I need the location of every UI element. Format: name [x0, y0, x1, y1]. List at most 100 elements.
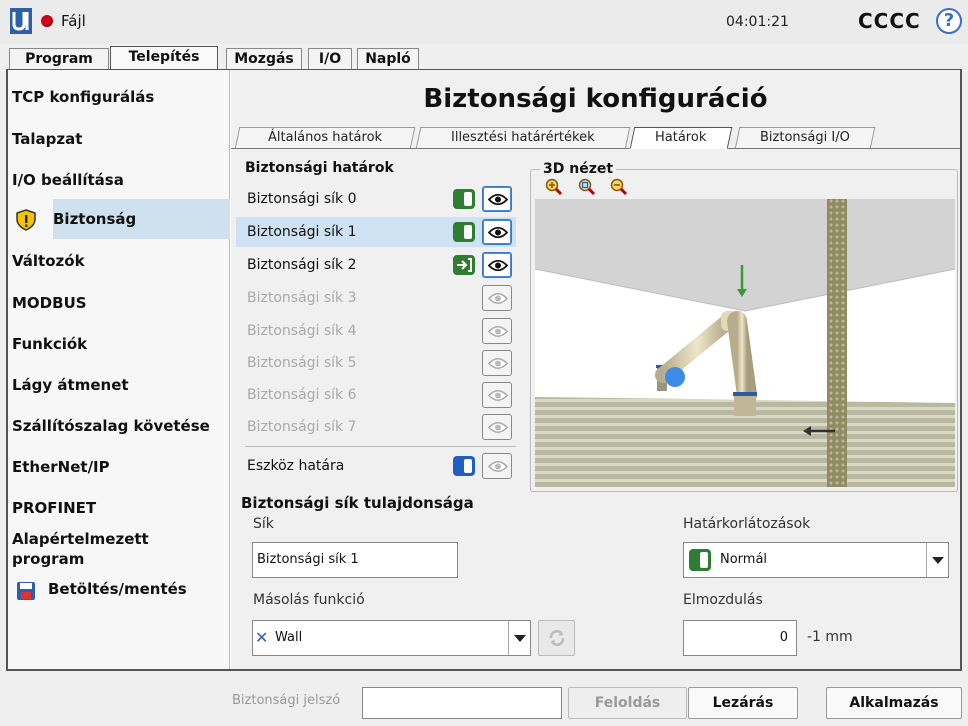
toggle-enabled-icon[interactable] [453, 189, 475, 209]
page-title: Biztonsági konfiguráció [423, 84, 768, 114]
eye-icon[interactable] [482, 186, 512, 212]
lock-button[interactable]: Lezárás [688, 687, 798, 719]
save-disk-icon [17, 582, 35, 600]
clock: 04:01:21 [726, 14, 789, 30]
displacement-unit: -1 mm [807, 629, 853, 645]
subtab-label: Általános határok [267, 130, 383, 145]
sidebar-item-features[interactable]: Funkciók [8, 335, 230, 353]
boundaries-header: Biztonsági határok [245, 160, 394, 176]
view3d-title: 3D nézet [540, 161, 617, 177]
eye-icon[interactable] [482, 453, 512, 479]
unlock-button[interactable]: Feloldás [568, 687, 687, 719]
sidebar-item-modbus[interactable]: MODBUS [8, 294, 230, 312]
copy-function-label: Másolás funkció [253, 592, 365, 608]
refresh-button[interactable] [538, 620, 575, 656]
plane-label: Biztonsági sík 4 [247, 323, 357, 339]
sidebar-item-tcp[interactable]: TCP konfigurálás [8, 88, 230, 106]
restriction-select[interactable]: Normál [683, 542, 949, 578]
displacement-label: Elmozdulás [683, 592, 763, 608]
sidebar-item-variables[interactable]: Változók [8, 252, 230, 270]
plane-label: Biztonsági sík 6 [247, 387, 357, 403]
tab-program[interactable]: Program [9, 48, 109, 70]
password-field[interactable] [362, 687, 562, 719]
sidebar-item-conveyor[interactable]: Szállítószalag követése [8, 417, 230, 435]
tab-joint-limits[interactable]: Illesztési határértékek [415, 127, 631, 149]
tab-boundaries[interactable]: Határok [629, 127, 733, 149]
eye-icon[interactable] [482, 414, 512, 440]
list-item[interactable]: Biztonsági sík 3 [236, 283, 516, 313]
properties-header: Biztonsági sík tulajdonsága [241, 494, 474, 512]
sidebar-item-safety[interactable]: Biztonság [53, 199, 230, 239]
dropdown-arrow-icon[interactable] [926, 543, 948, 577]
sidebar-item-profinet[interactable]: PROFINET [8, 499, 230, 517]
subtab-label: Biztonsági I/O [760, 130, 850, 145]
toggle-enabled-icon[interactable] [453, 222, 475, 242]
sidebar-item-io-setup[interactable]: I/O beállítása [8, 171, 230, 189]
tab-io[interactable]: I/O [308, 48, 352, 70]
ur-logo-icon [10, 8, 32, 34]
zoom-out-icon[interactable] [610, 178, 628, 196]
divider [245, 446, 516, 447]
copy-function-select[interactable]: Wall [252, 620, 531, 656]
eye-icon[interactable] [482, 219, 512, 245]
plane-name-label: Sík [253, 516, 274, 532]
list-item[interactable]: Biztonsági sík 0 [236, 184, 516, 214]
normal-mode-icon [689, 549, 711, 571]
plane-label: Biztonsági sík 1 [247, 224, 357, 240]
subtab-divider [231, 148, 960, 149]
apply-button[interactable]: Alkalmazás [826, 687, 962, 719]
eye-icon[interactable] [482, 318, 512, 344]
record-status-icon [41, 15, 53, 27]
list-item[interactable]: Biztonsági sík 7 [236, 412, 516, 442]
sidebar-item-default-program[interactable]: Alapértelmezett program [8, 529, 168, 569]
plane-label: Biztonsági sík 0 [247, 191, 357, 207]
trigger-arrow-icon[interactable] [453, 255, 475, 275]
list-item[interactable]: Biztonsági sík 5 [236, 348, 516, 378]
tab-log[interactable]: Napló [357, 48, 419, 70]
plane-label: Biztonsági sík 3 [247, 290, 357, 306]
file-menu[interactable]: Fájl [61, 12, 86, 30]
sidebar-item-label: Biztonság [53, 210, 137, 228]
eye-icon[interactable] [482, 285, 512, 311]
sidebar: TCP konfigurálás Talapzat I/O beállítása… [8, 70, 230, 669]
sidebar-item-ethernetip[interactable]: EtherNet/IP [8, 458, 230, 476]
password-label: Biztonsági jelszó [232, 693, 341, 708]
displacement-field[interactable]: 0 [683, 620, 797, 656]
eye-icon[interactable] [482, 350, 512, 376]
robot-name: CCCC [858, 9, 921, 33]
toggle-tool-icon[interactable] [453, 456, 475, 476]
sidebar-item-load-save[interactable]: Betöltés/mentés [8, 580, 230, 598]
top-bar [0, 0, 968, 44]
subtab-label: Határok [655, 130, 707, 145]
tab-move[interactable]: Mozgás [226, 48, 302, 70]
dropdown-arrow-icon[interactable] [508, 621, 530, 655]
copy-function-value: Wall [275, 630, 303, 645]
tab-safety-io[interactable]: Biztonsági I/O [734, 127, 876, 149]
list-item[interactable]: Biztonsági sík 1 [236, 217, 516, 247]
zoom-in-icon[interactable] [545, 178, 563, 196]
tab-general-limits[interactable]: Általános határok [234, 127, 416, 149]
tool-limit-label: Eszköz határa [247, 458, 345, 474]
list-item[interactable]: Biztonsági sík 2 [236, 250, 516, 280]
tab-installation[interactable]: Telepítés [110, 46, 218, 70]
eye-icon[interactable] [482, 252, 512, 278]
wall-x-icon: ✕ [255, 628, 269, 647]
shield-warning-icon [16, 209, 36, 231]
sidebar-item-smooth-transition[interactable]: Lágy átmenet [8, 376, 230, 394]
zoom-fit-icon[interactable] [578, 178, 596, 196]
tool-limit-row[interactable]: Eszköz határa [236, 451, 516, 481]
list-item[interactable]: Biztonsági sík 6 [236, 380, 516, 410]
plane-label: Biztonsági sík 7 [247, 419, 357, 435]
plane-label: Biztonsági sík 2 [247, 257, 357, 273]
refresh-icon [549, 630, 565, 646]
restriction-label: Határkorlátozások [683, 516, 811, 532]
robot-3d-view[interactable] [535, 199, 955, 487]
plane-label: Biztonsági sík 5 [247, 355, 357, 371]
list-item[interactable]: Biztonsági sík 4 [236, 316, 516, 346]
sidebar-item-mounting[interactable]: Talapzat [8, 130, 230, 148]
plane-name-field[interactable]: Biztonsági sík 1 [252, 542, 458, 578]
help-icon[interactable]: ? [936, 8, 962, 34]
restriction-value: Normál [720, 552, 768, 567]
subtab-label: Illesztési határértékek [451, 130, 595, 145]
eye-icon[interactable] [482, 382, 512, 408]
